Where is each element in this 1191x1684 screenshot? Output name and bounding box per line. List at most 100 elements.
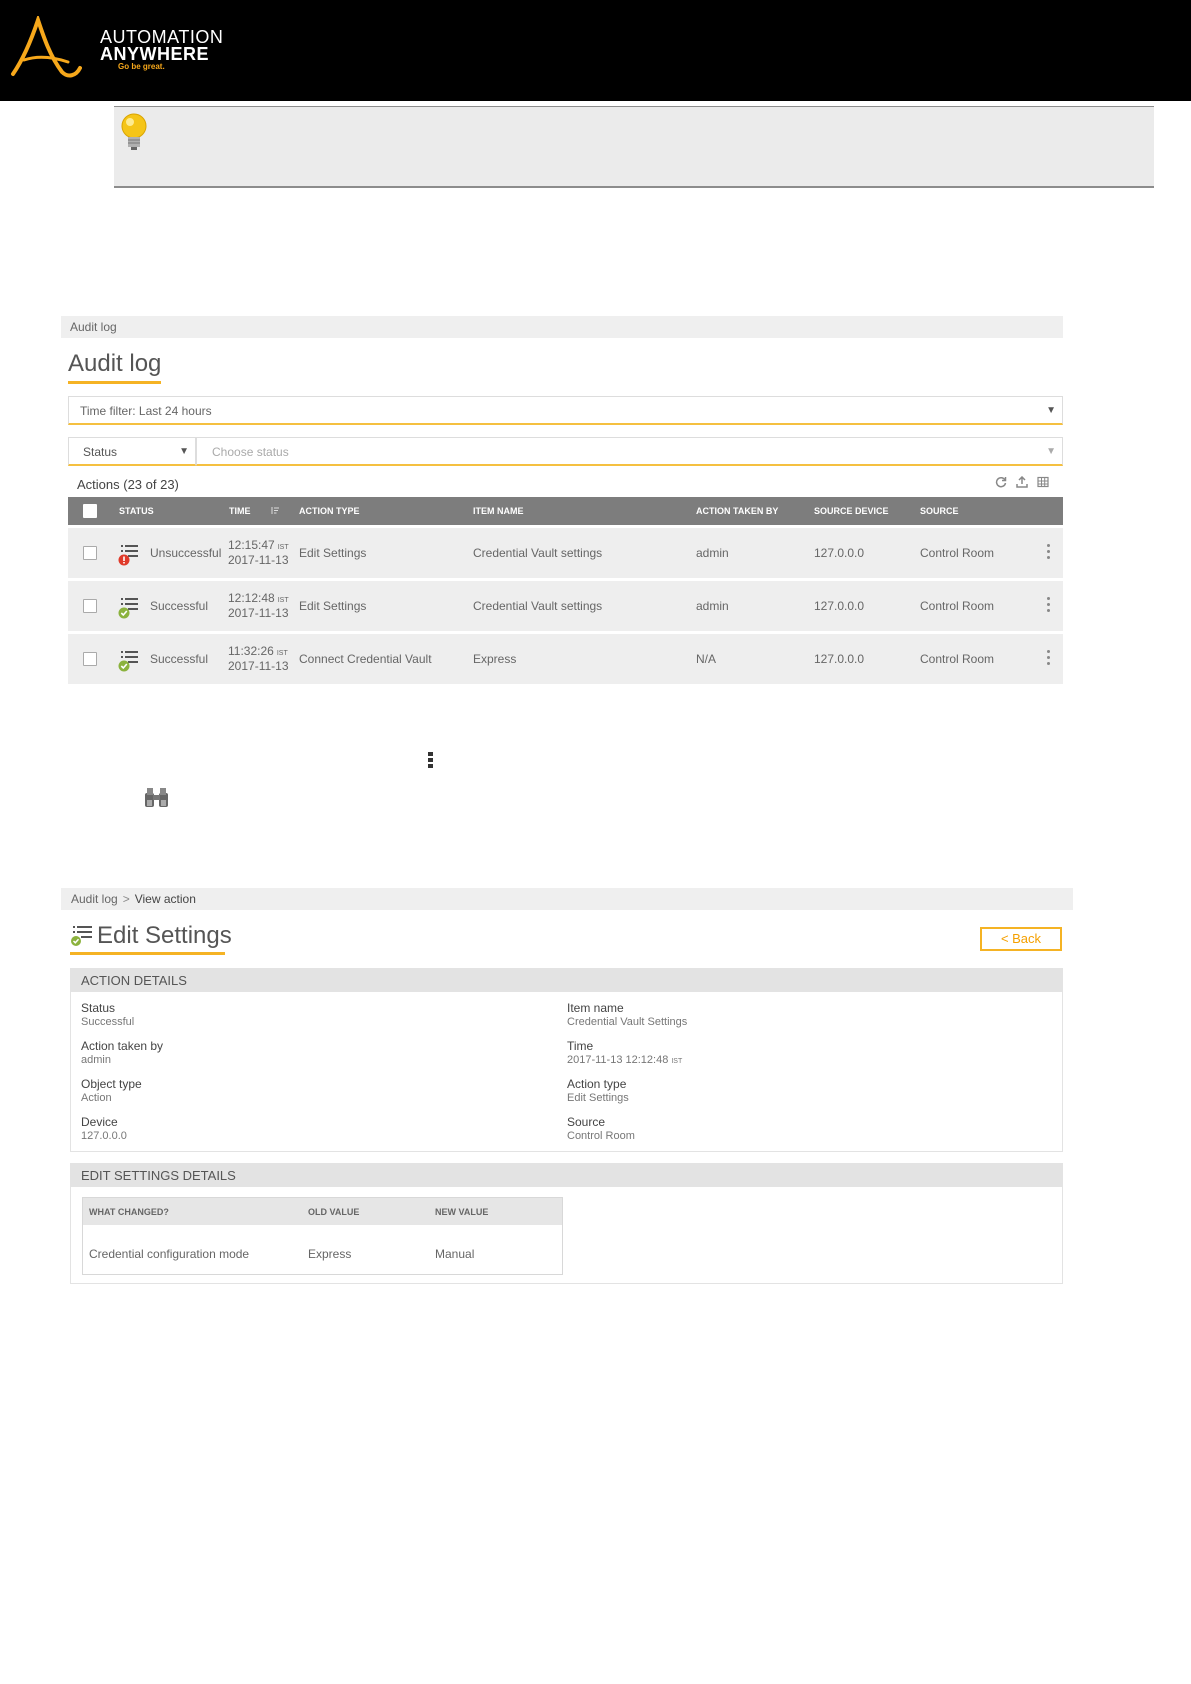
action-taken-by-text: admin (696, 546, 729, 560)
row-actions-menu-icon[interactable] (1047, 650, 1050, 668)
page-title: Edit Settings (70, 922, 232, 955)
detail-label: Action taken by (81, 1039, 164, 1053)
breadcrumb[interactable]: Audit log (61, 316, 1063, 338)
table-row[interactable]: Successful 12:12:48 IST 2017-11-13 Edit S… (68, 581, 1063, 631)
column-header-item-name[interactable]: ITEM NAME (473, 506, 524, 516)
source-device-text: 127.0.0.0 (814, 652, 865, 666)
timezone-label: IST (276, 650, 288, 657)
row-checkbox[interactable] (83, 599, 97, 613)
status-text: Successful (150, 599, 209, 613)
status-filter-value: Status (83, 445, 118, 459)
time-filter-select[interactable]: Time filter: Last 24 hours ▼ (68, 396, 1063, 425)
what-changed-cell: Credential configuration mode (89, 1247, 250, 1261)
column-header-source-device[interactable]: SOURCE DEVICE (814, 506, 889, 516)
source-device-text: 127.0.0.0 (814, 546, 865, 560)
success-icon (71, 926, 92, 946)
status-filter-select[interactable]: Status ▼ (68, 437, 196, 466)
error-icon (118, 545, 138, 566)
binoculars-icon (145, 788, 168, 807)
date-value: 2017-11-13 (228, 553, 289, 567)
time-filter-value: Time filter: Last 24 hours (80, 404, 212, 418)
automation-anywhere-logo-icon (11, 16, 82, 78)
timezone-label: IST (671, 1058, 683, 1065)
column-header-time[interactable]: TIME (229, 506, 251, 516)
export-icon[interactable] (1016, 476, 1028, 488)
edit-settings-details-panel: EDIT SETTINGS DETAILS WHAT CHANGED? OLD … (70, 1163, 1063, 1284)
detail-label: Device (81, 1115, 118, 1129)
breadcrumb-root[interactable]: Audit log (71, 892, 118, 906)
changes-table-header: WHAT CHANGED? OLD VALUE NEW VALUE (83, 1198, 562, 1225)
row-checkbox[interactable] (83, 652, 97, 666)
page: AUTOMATION ANYWHERE Go be great. Audit l… (0, 0, 1191, 1684)
breadcrumb-current: View action (134, 892, 196, 906)
action-type-text: Edit Settings (299, 599, 367, 613)
time-value: 11:32:26 (228, 644, 274, 658)
time-value: 12:15:47 (228, 538, 275, 552)
column-header-new-value: NEW VALUE (435, 1207, 489, 1217)
brand-header: AUTOMATION ANYWHERE Go be great. (0, 0, 1191, 101)
detail-value: Edit Settings (567, 1092, 629, 1104)
refresh-icon[interactable] (995, 476, 1007, 488)
success-icon (118, 651, 138, 672)
detail-label: Time (567, 1039, 594, 1053)
action-type-text: Edit Settings (299, 546, 367, 560)
timezone-label: IST (277, 544, 289, 551)
source-text: Control Room (920, 652, 995, 666)
table-toolbar (995, 476, 1055, 492)
changes-table: WHAT CHANGED? OLD VALUE NEW VALUE Creden… (82, 1197, 563, 1275)
column-header-what-changed: WHAT CHANGED? (89, 1207, 169, 1217)
row-checkbox[interactable] (83, 546, 97, 560)
column-header-action-taken-by[interactable]: ACTION TAKEN BY (696, 506, 778, 516)
edit-settings-details-header: EDIT SETTINGS DETAILS (71, 1164, 1062, 1187)
time-cell: 12:12:48 IST 2017-11-13 (228, 592, 289, 620)
status-text: Successful (150, 652, 209, 666)
caret-down-icon: ▼ (179, 446, 189, 457)
detail-label: Action type (567, 1077, 627, 1091)
breadcrumb: Audit log > View action (61, 888, 1073, 910)
detail-value: 127.0.0.0 (81, 1130, 127, 1142)
action-title: Edit Settings (97, 922, 232, 949)
column-header-old-value: OLD VALUE (308, 1207, 360, 1217)
success-icon (118, 598, 138, 619)
caret-down-icon: ▼ (1046, 446, 1056, 457)
detail-label: Item name (567, 1001, 624, 1015)
column-header-action-type[interactable]: ACTION TYPE (299, 506, 360, 516)
column-header-status[interactable]: STATUS (119, 506, 154, 516)
timezone-label: IST (277, 597, 289, 604)
action-type-text: Connect Credential Vault (299, 652, 432, 666)
date-value: 2017-11-13 (228, 659, 289, 673)
lightbulb-icon (121, 113, 147, 150)
kebab-menu-icon (428, 752, 434, 770)
old-value-cell: Express (308, 1247, 352, 1261)
new-value-cell: Manual (435, 1247, 475, 1261)
tip-box (114, 106, 1154, 188)
columns-icon[interactable] (1037, 476, 1049, 488)
caret-down-icon: ▼ (1046, 405, 1056, 416)
action-taken-by-text: N/A (696, 652, 717, 666)
detail-value: Control Room (567, 1130, 635, 1142)
item-name-text: Credential Vault settings (473, 599, 603, 613)
time-value: 2017-11-13 12:12:48 (567, 1054, 669, 1066)
action-taken-by-text: admin (696, 599, 729, 613)
sort-icon[interactable] (271, 506, 280, 515)
table-row[interactable]: Unsuccessful 12:15:47 IST 2017-11-13 Edit… (68, 528, 1063, 578)
detail-value: Successful (81, 1016, 135, 1028)
time-cell: 11:32:26 IST 2017-11-13 (228, 645, 289, 673)
column-header-source[interactable]: SOURCE (920, 506, 959, 516)
brand-tagline: Go be great. (118, 62, 165, 71)
choose-status-select[interactable]: Choose status ▼ (196, 437, 1063, 466)
row-actions-menu-icon[interactable] (1047, 544, 1050, 562)
action-details-panel: ACTION DETAILS Status Successful Action … (70, 968, 1063, 1152)
back-button[interactable]: < Back (980, 927, 1062, 951)
date-value: 2017-11-13 (228, 606, 289, 620)
status-text: Unsuccessful (150, 546, 222, 560)
page-title: Audit log (68, 350, 162, 384)
table-row[interactable]: Successful 11:32:26 IST 2017-11-13 Connec… (68, 634, 1063, 684)
detail-value: 2017-11-13 12:12:48 IST (567, 1054, 682, 1066)
detail-value: Action (81, 1092, 112, 1104)
row-actions-menu-icon[interactable] (1047, 597, 1050, 615)
select-all-checkbox[interactable] (83, 504, 97, 518)
actions-count: Actions (23 of 23) (77, 477, 179, 492)
item-name-text: Express (473, 652, 517, 666)
detail-label: Source (567, 1115, 606, 1129)
